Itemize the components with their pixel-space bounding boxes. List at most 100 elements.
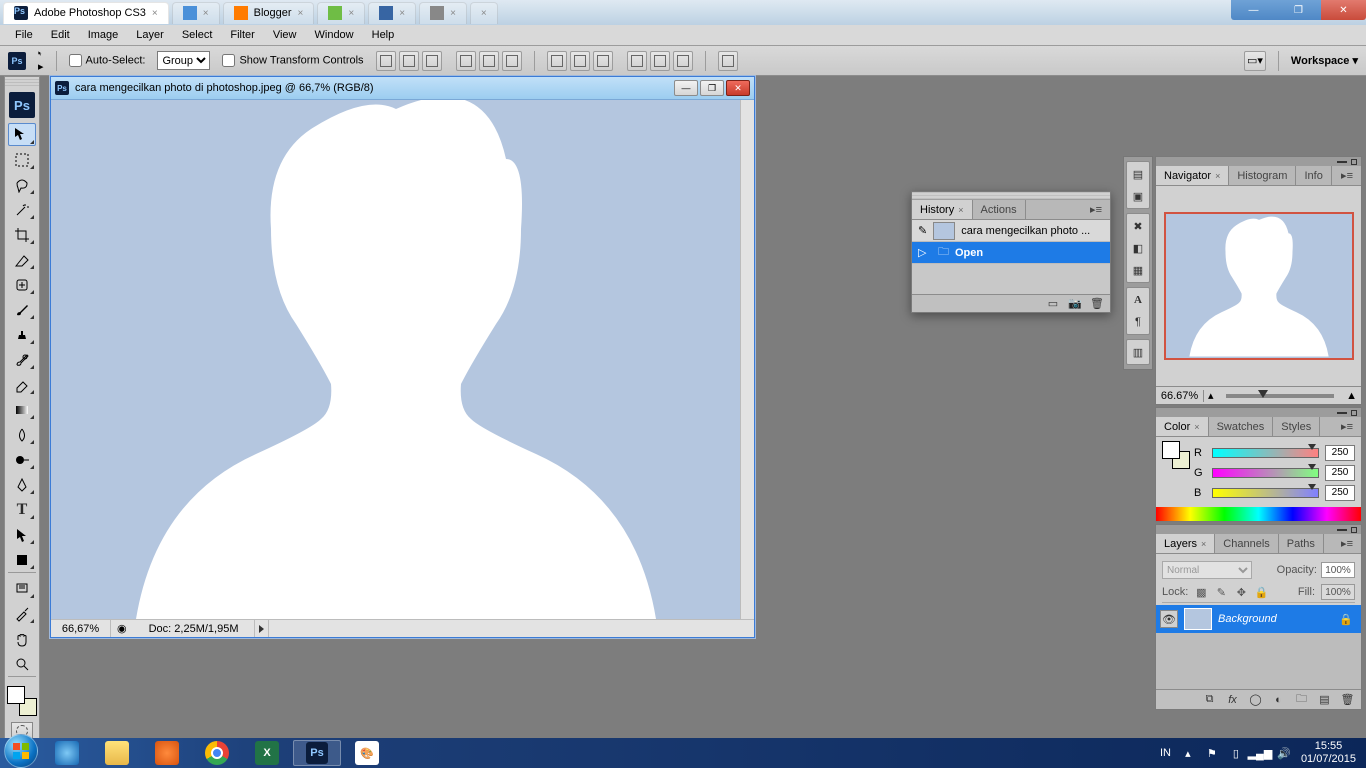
- canvas[interactable]: [51, 100, 740, 619]
- history-step-row[interactable]: ▷ 🗀 Open: [912, 242, 1110, 264]
- color-ramp[interactable]: [1156, 507, 1361, 521]
- taskbar-explorer[interactable]: [93, 740, 141, 766]
- tab-channels[interactable]: Channels: [1215, 534, 1278, 553]
- history-brush-tool[interactable]: [8, 348, 36, 371]
- eraser-tool[interactable]: [8, 373, 36, 396]
- eyedropper-tool[interactable]: [8, 602, 36, 625]
- close-icon[interactable]: ×: [958, 205, 963, 215]
- tab-color[interactable]: Color×: [1156, 417, 1209, 436]
- align-hcenter-button[interactable]: [479, 51, 499, 71]
- battery-icon[interactable]: ▯: [1229, 746, 1243, 760]
- blue-slider[interactable]: [1212, 488, 1319, 498]
- distribute-button[interactable]: [547, 51, 567, 71]
- history-snapshot-row[interactable]: ✎ cara mengecilkan photo ...: [912, 220, 1110, 242]
- close-icon[interactable]: ×: [1215, 171, 1220, 181]
- document-close-button[interactable]: ✕: [726, 80, 750, 96]
- taskbar-ie[interactable]: [43, 740, 91, 766]
- start-button[interactable]: [0, 738, 42, 768]
- window-close-button[interactable]: ✕: [1321, 0, 1366, 20]
- new-document-from-state-icon[interactable]: ▭: [1046, 297, 1060, 311]
- magic-wand-tool[interactable]: [8, 198, 36, 221]
- gradient-tool[interactable]: [8, 398, 36, 421]
- tray-arrow-icon[interactable]: ▴: [1181, 746, 1195, 760]
- tab-navigator[interactable]: Navigator×: [1156, 166, 1229, 185]
- tab-close-icon[interactable]: ×: [481, 8, 487, 19]
- lock-transparency-icon[interactable]: ▩: [1194, 585, 1208, 599]
- blend-mode-dropdown[interactable]: Normal: [1162, 561, 1252, 579]
- align-vcenter-button[interactable]: [399, 51, 419, 71]
- tab-history[interactable]: History×: [912, 200, 973, 219]
- delete-layer-icon[interactable]: 🗑: [1340, 692, 1355, 707]
- zoom-out-icon[interactable]: ▴: [1204, 389, 1218, 402]
- minimize-icon[interactable]: [1337, 161, 1347, 163]
- close-icon[interactable]: ×: [1201, 539, 1206, 549]
- lock-position-icon[interactable]: ✥: [1234, 585, 1248, 599]
- taskbar-paint[interactable]: 🎨: [343, 740, 391, 766]
- link-layers-icon[interactable]: ⧉: [1202, 692, 1217, 707]
- clone-source-panel-icon[interactable]: ▣: [1129, 187, 1147, 205]
- lock-pixels-icon[interactable]: ✎: [1214, 585, 1228, 599]
- zoom-tool[interactable]: [8, 652, 36, 675]
- taskbar-mediaplayer[interactable]: [143, 740, 191, 766]
- menu-help[interactable]: Help: [363, 26, 404, 44]
- browser-tab[interactable]: ×: [419, 2, 467, 24]
- auto-align-button[interactable]: [718, 51, 738, 71]
- zoom-in-icon[interactable]: ▲: [1342, 390, 1361, 402]
- layer-row[interactable]: 👁 Background 🔒: [1156, 605, 1361, 633]
- new-layer-icon[interactable]: ▤: [1317, 692, 1332, 707]
- zoom-menu-icon[interactable]: ◉: [111, 622, 133, 635]
- taskbar-excel[interactable]: X: [243, 740, 291, 766]
- browser-tab[interactable]: Ps Adobe Photoshop CS3 ×: [3, 2, 169, 24]
- panel-menu-icon[interactable]: ▸≡: [1082, 200, 1110, 219]
- workspace-dropdown[interactable]: Workspace ▾: [1291, 54, 1358, 67]
- brushes-panel-icon[interactable]: ▤: [1129, 165, 1147, 183]
- paragraph-panel-icon[interactable]: ¶: [1129, 313, 1147, 331]
- panel-menu-icon[interactable]: ▸≡: [1333, 534, 1361, 553]
- layer-comps-panel-icon[interactable]: ◧: [1129, 239, 1147, 257]
- clock[interactable]: 15:55 01/07/2015: [1301, 740, 1356, 766]
- hand-tool[interactable]: [8, 627, 36, 650]
- browser-tab[interactable]: ×: [172, 2, 220, 24]
- action-center-icon[interactable]: ⚑: [1205, 746, 1219, 760]
- color-wells[interactable]: [7, 686, 37, 716]
- brush-tool[interactable]: [8, 298, 36, 321]
- vertical-scrollbar[interactable]: [740, 100, 754, 619]
- green-slider[interactable]: [1212, 468, 1319, 478]
- menu-view[interactable]: View: [264, 26, 306, 44]
- type-tool[interactable]: T: [8, 498, 36, 521]
- close-icon[interactable]: [1351, 410, 1357, 416]
- layer-style-icon[interactable]: fx: [1225, 692, 1240, 707]
- menu-edit[interactable]: Edit: [42, 26, 79, 44]
- tab-close-icon[interactable]: ×: [298, 8, 304, 19]
- clone-stamp-tool[interactable]: [8, 323, 36, 346]
- tab-info[interactable]: Info: [1296, 166, 1331, 185]
- close-icon[interactable]: [1351, 159, 1357, 165]
- panel-menu-icon[interactable]: ▸≡: [1333, 417, 1361, 436]
- tool-presets-panel-icon[interactable]: ✖: [1129, 217, 1147, 235]
- dodge-tool[interactable]: [8, 448, 36, 471]
- tab-swatches[interactable]: Swatches: [1209, 417, 1274, 436]
- blue-value[interactable]: 250: [1325, 485, 1355, 501]
- marquee-tool[interactable]: [8, 148, 36, 171]
- show-transform-checkbox[interactable]: Show Transform Controls: [222, 54, 363, 67]
- distribute-button[interactable]: [593, 51, 613, 71]
- align-right-button[interactable]: [502, 51, 522, 71]
- browser-tab[interactable]: Blogger×: [223, 2, 315, 24]
- slice-tool[interactable]: [8, 248, 36, 271]
- document-titlebar[interactable]: Ps cara mengecilkan photo di photoshop.j…: [51, 77, 754, 100]
- menu-image[interactable]: Image: [79, 26, 128, 44]
- opacity-field[interactable]: [1321, 562, 1355, 578]
- close-icon[interactable]: ×: [1194, 422, 1199, 432]
- info-menu-icon[interactable]: [259, 625, 264, 633]
- tab-close-icon[interactable]: ×: [399, 8, 405, 19]
- browser-tab[interactable]: ×: [317, 2, 365, 24]
- move-tool[interactable]: [8, 123, 36, 146]
- menu-file[interactable]: File: [6, 26, 42, 44]
- align-left-button[interactable]: [456, 51, 476, 71]
- lock-all-icon[interactable]: 🔒: [1254, 585, 1268, 599]
- tab-close-icon[interactable]: ×: [152, 8, 158, 19]
- window-minimize-button[interactable]: —: [1231, 0, 1276, 20]
- shape-tool[interactable]: [8, 548, 36, 571]
- tab-actions[interactable]: Actions: [973, 200, 1026, 219]
- menu-layer[interactable]: Layer: [127, 26, 173, 44]
